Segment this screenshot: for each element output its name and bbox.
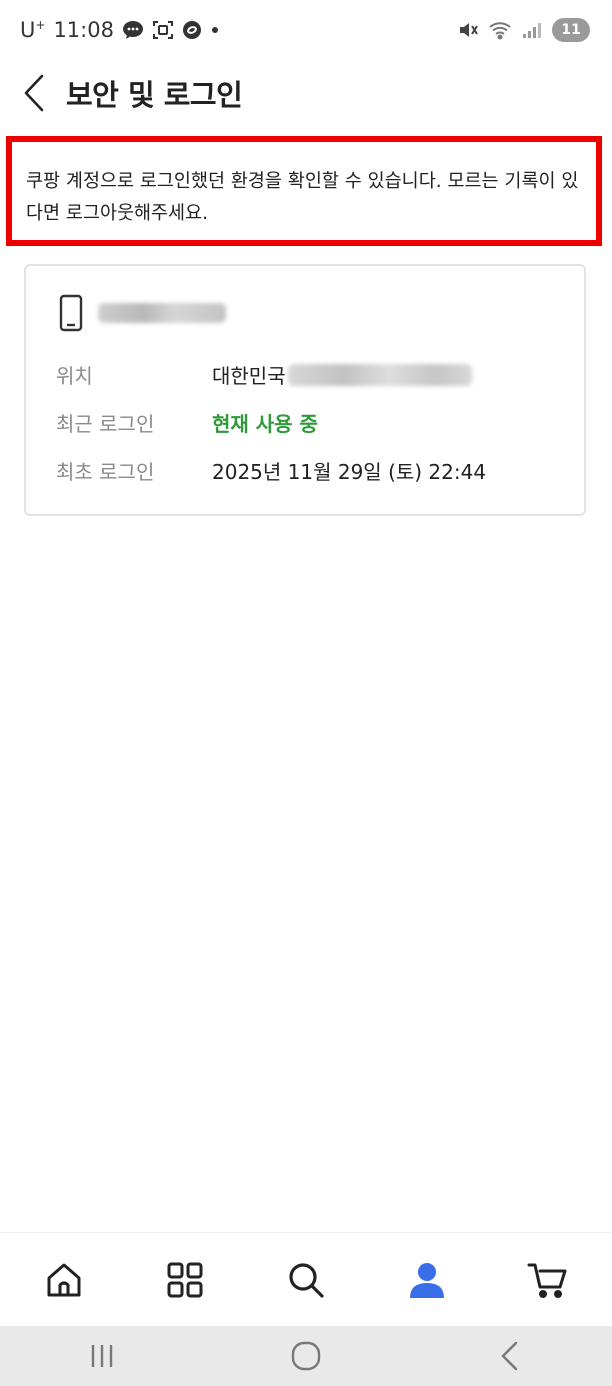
my-profile-icon [409, 1262, 444, 1298]
recent-apps-icon [91, 1345, 113, 1367]
location-row: 위치 대한민국 [56, 360, 472, 389]
carrier-plus: + [35, 18, 46, 32]
recent-apps-button[interactable] [57, 1326, 147, 1386]
recent-login-label: 최근 로그인 [56, 412, 155, 436]
home-button[interactable] [261, 1326, 351, 1386]
clock: 11:08 [53, 18, 114, 42]
category-grid-icon [167, 1262, 203, 1297]
home-circle-icon [291, 1341, 321, 1371]
page-title: 보안 및 로그인 [66, 78, 243, 112]
first-login-label: 최초 로그인 [56, 460, 155, 484]
nav-my-coupang[interactable] [387, 1240, 467, 1320]
device-name-redacted [98, 303, 226, 323]
recent-login-value: 현재 사용 중 [212, 412, 318, 436]
system-nav-bar [0, 1326, 612, 1386]
mute-icon [458, 21, 478, 39]
notice-banner: 쿠팡 계정으로 로그인했던 환경을 확인할 수 있습니다. 모르는 기록이 있다… [6, 136, 602, 246]
nav-category[interactable] [145, 1240, 225, 1320]
device-header [58, 294, 226, 332]
home-icon [47, 1263, 81, 1296]
battery-icon: 11 [552, 18, 590, 42]
scan-icon [152, 20, 174, 40]
status-left: U+ 11:08 [20, 18, 220, 42]
nav-home[interactable] [24, 1240, 104, 1320]
dot-icon [210, 25, 220, 35]
status-bar: U+ 11:08 11 [0, 0, 612, 62]
signal-icon [522, 21, 542, 39]
nav-cart[interactable] [508, 1240, 588, 1320]
nav-search[interactable] [266, 1240, 346, 1320]
back-chevron-icon [24, 74, 44, 112]
carrier-label: U+ [20, 18, 45, 42]
smartphone-icon [59, 294, 83, 332]
carrier-text: U [20, 18, 36, 42]
first-login-value: 2025년 11월 29일 (토) 22:44 [212, 460, 487, 484]
back-button[interactable] [6, 62, 62, 124]
cart-icon [527, 1263, 567, 1298]
chat-bubble-icon [122, 20, 144, 40]
location-country: 대한민국 [212, 364, 286, 388]
location-label: 위치 [56, 364, 93, 388]
sync-icon [182, 20, 202, 40]
recent-login-row: 최근 로그인 현재 사용 중 [56, 408, 318, 437]
bottom-nav [0, 1232, 612, 1326]
wifi-icon [488, 20, 512, 40]
first-login-row: 최초 로그인 2025년 11월 29일 (토) 22:44 [56, 456, 486, 485]
app-header: 보안 및 로그인 [0, 62, 612, 124]
system-back-button[interactable] [465, 1326, 555, 1386]
notice-text: 쿠팡 계정으로 로그인했던 환경을 확인할 수 있습니다. 모르는 기록이 있다… [26, 171, 579, 224]
login-device-card: 위치 대한민국 최근 로그인 현재 사용 중 최초 로그인 2025년 11월 … [24, 264, 586, 516]
status-right: 11 [458, 18, 590, 42]
system-back-icon [501, 1341, 518, 1371]
location-detail-redacted [287, 363, 472, 386]
search-icon [289, 1262, 324, 1298]
location-value: 대한민국 [212, 360, 472, 389]
